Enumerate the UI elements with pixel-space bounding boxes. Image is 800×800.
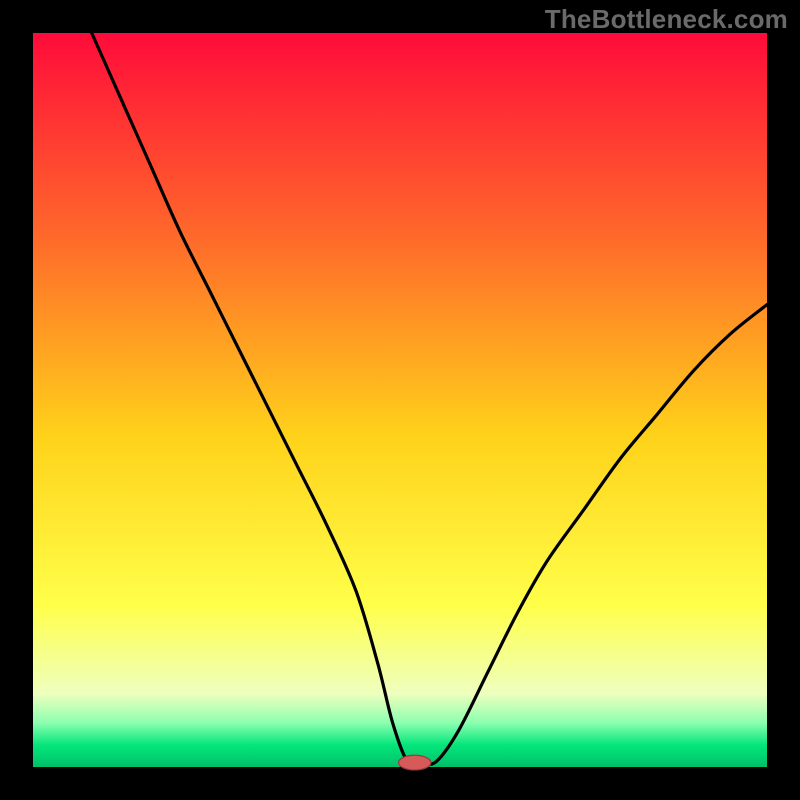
chart-container: TheBottleneck.com	[0, 0, 800, 800]
watermark-text: TheBottleneck.com	[545, 4, 788, 35]
chart-svg	[0, 0, 800, 800]
optimal-marker	[399, 755, 431, 770]
plot-area	[33, 33, 767, 767]
